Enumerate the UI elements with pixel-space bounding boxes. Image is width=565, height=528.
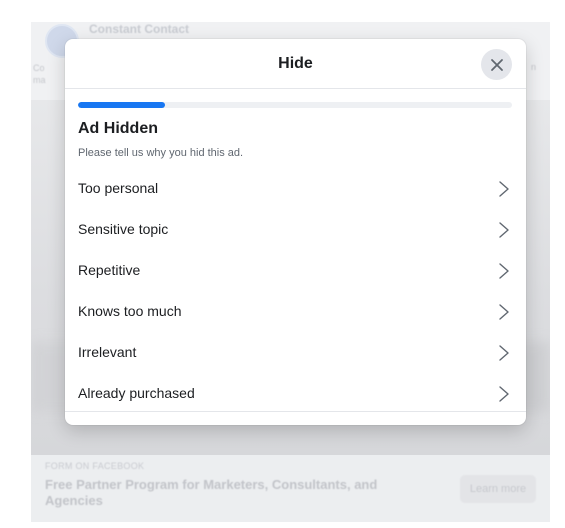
chevron-right-icon [499,386,509,402]
reason-label: Irrelevant [78,344,137,360]
reason-label: Knows too much [78,303,182,319]
chevron-right-icon [499,304,509,320]
chevron-right-icon [499,181,509,197]
hide-ad-dialog: Hide Ad Hidden Please tell us why you hi… [65,39,526,425]
page-name: Constant Contact [89,22,189,36]
reason-label: Already purchased [78,385,195,401]
reason-sensitive-topic[interactable]: Sensitive topic [65,209,526,250]
dialog-header: Hide [65,39,526,89]
reason-label: Too personal [78,180,159,196]
dialog-title: Hide [278,55,313,72]
learn-more-button: Learn more [460,475,536,503]
list-divider [65,411,526,412]
reason-already-purchased[interactable]: Already purchased [65,373,526,414]
reason-irrelevant[interactable]: Irrelevant [65,332,526,373]
section-subtitle: Please tell us why you hid this ad. [78,147,244,159]
reason-label: Repetitive [78,262,141,278]
post-text-fragment: Co ma [33,63,46,85]
chevron-right-icon [499,263,509,279]
section-heading: Ad Hidden [78,120,158,137]
reason-knows-too-much[interactable]: Knows too much [65,291,526,332]
reason-repetitive[interactable]: Repetitive [65,250,526,291]
progress-bar [78,102,512,108]
ad-footer-title: Free Partner Program for Marketers, Cons… [45,477,378,508]
ad-footer: FORM ON FACEBOOK Free Partner Program fo… [31,455,550,522]
reason-list: Too personal Sensitive topic Repetitive … [65,168,526,414]
ad-footer-label: FORM ON FACEBOOK [45,461,145,471]
close-button[interactable] [481,49,512,80]
chevron-right-icon [499,222,509,238]
reason-too-personal[interactable]: Too personal [65,168,526,209]
reason-label: Sensitive topic [78,221,169,237]
progress-fill [78,102,165,108]
close-icon [490,58,503,71]
chevron-right-icon [499,345,509,361]
post-text-fragment-right: n [530,62,536,72]
